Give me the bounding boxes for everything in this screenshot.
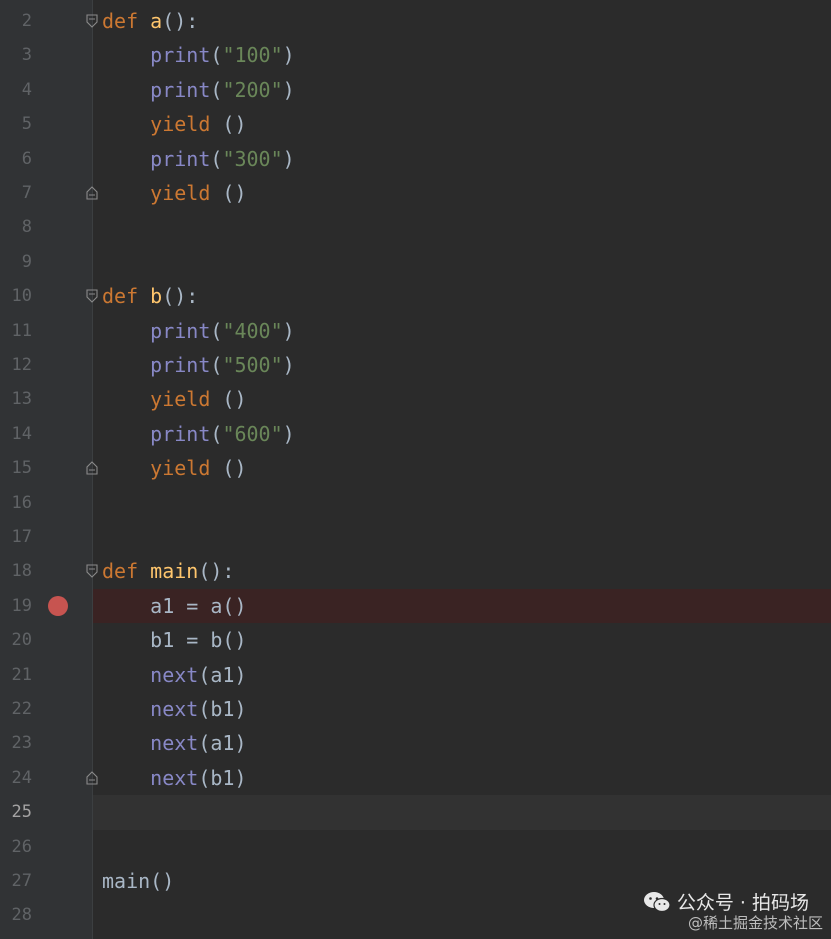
- code-text[interactable]: print("600"): [102, 417, 295, 451]
- fold-close-icon[interactable]: [86, 186, 98, 200]
- code-line[interactable]: 25: [0, 795, 831, 830]
- code-line[interactable]: 16: [0, 486, 831, 520]
- line-number[interactable]: 20: [0, 623, 32, 657]
- line-number[interactable]: 7: [0, 176, 32, 210]
- line-number[interactable]: 5: [0, 107, 32, 141]
- code-line[interactable]: 13 yield (): [0, 382, 831, 416]
- line-highlight: [93, 486, 831, 520]
- breakpoint-icon[interactable]: [48, 595, 68, 616]
- code-text[interactable]: main(): [102, 864, 174, 898]
- code-text[interactable]: def main():: [102, 554, 234, 588]
- code-text[interactable]: next(b1): [102, 692, 246, 726]
- watermark-subtext: @稀土掘金技术社区: [687, 914, 823, 932]
- line-number[interactable]: 27: [0, 864, 32, 898]
- fold-close-icon[interactable]: [86, 461, 98, 475]
- code-line[interactable]: 2 def a():: [0, 4, 831, 38]
- code-line[interactable]: 5 yield (): [0, 107, 831, 141]
- line-number[interactable]: 10: [0, 279, 32, 313]
- code-text[interactable]: next(a1): [102, 658, 246, 692]
- code-text[interactable]: yield (): [102, 451, 246, 485]
- code-text[interactable]: print("500"): [102, 348, 295, 382]
- code-line[interactable]: 7 yield (): [0, 176, 831, 210]
- line-number[interactable]: 12: [0, 348, 32, 382]
- line-number[interactable]: 17: [0, 520, 32, 554]
- code-line[interactable]: 11 print("400"): [0, 314, 831, 348]
- watermark: 公众号 · 拍码场: [643, 888, 809, 915]
- line-number[interactable]: 19: [0, 589, 32, 623]
- code-line[interactable]: 4 print("200"): [0, 73, 831, 107]
- line-number[interactable]: 28: [0, 898, 32, 932]
- line-number[interactable]: 8: [0, 210, 32, 244]
- code-text[interactable]: a1 = a(): [102, 589, 246, 623]
- code-line[interactable]: 3 print("100"): [0, 38, 831, 72]
- code-text[interactable]: print("300"): [102, 142, 295, 176]
- code-line[interactable]: 23 next(a1): [0, 726, 831, 760]
- code-line[interactable]: 17: [0, 520, 831, 554]
- code-text[interactable]: def b():: [102, 279, 198, 313]
- watermark-text: 公众号 · 拍码场: [676, 892, 809, 914]
- code-text[interactable]: def a():: [102, 4, 198, 38]
- code-text[interactable]: yield (): [102, 107, 246, 141]
- code-line[interactable]: 14 print("600"): [0, 417, 831, 451]
- line-number[interactable]: 14: [0, 417, 32, 451]
- code-text[interactable]: next(a1): [102, 726, 246, 760]
- code-text[interactable]: print("200"): [102, 73, 295, 107]
- code-line[interactable]: 18 def main():: [0, 554, 831, 588]
- code-line[interactable]: 15 yield (): [0, 451, 831, 485]
- code-text[interactable]: yield (): [102, 176, 246, 210]
- code-line[interactable]: 19 a1 = a(): [0, 588, 831, 624]
- code-line[interactable]: 10 def b():: [0, 279, 831, 313]
- code-line[interactable]: 6 print("300"): [0, 142, 831, 176]
- code-line[interactable]: 8: [0, 210, 831, 244]
- wechat-icon: [643, 891, 671, 912]
- code-text[interactable]: print("400"): [102, 314, 295, 348]
- line-number[interactable]: 24: [0, 761, 32, 795]
- line-highlight: [93, 210, 831, 244]
- fold-close-icon[interactable]: [86, 771, 98, 785]
- code-line[interactable]: 9: [0, 245, 831, 279]
- code-line[interactable]: 21 next(a1): [0, 658, 831, 692]
- code-editor[interactable]: 2 def a(): 3 print("100") 4 print("200") 5 y…: [0, 0, 831, 939]
- line-number[interactable]: 2: [0, 4, 32, 38]
- code-line[interactable]: 24 next(b1): [0, 761, 831, 795]
- line-highlight: [93, 279, 831, 313]
- line-number[interactable]: 13: [0, 382, 32, 416]
- code-line[interactable]: 20 b1 = b(): [0, 623, 831, 657]
- code-line[interactable]: 26: [0, 830, 831, 864]
- line-number[interactable]: 16: [0, 486, 32, 520]
- fold-open-icon[interactable]: [86, 564, 98, 579]
- line-highlight: [93, 795, 831, 830]
- line-number[interactable]: 4: [0, 73, 32, 107]
- line-number[interactable]: 25: [0, 795, 32, 829]
- fold-open-icon[interactable]: [86, 14, 98, 28]
- line-highlight: [93, 245, 831, 279]
- fold-open-icon[interactable]: [86, 289, 98, 303]
- code-line[interactable]: 12 print("500"): [0, 348, 831, 382]
- line-number[interactable]: 6: [0, 142, 32, 176]
- line-number[interactable]: 15: [0, 451, 32, 485]
- code-text[interactable]: print("100"): [102, 38, 295, 72]
- code-text[interactable]: yield (): [102, 382, 246, 416]
- line-number[interactable]: 22: [0, 692, 32, 726]
- code-text[interactable]: next(b1): [102, 761, 246, 795]
- line-highlight: [93, 830, 831, 864]
- line-number[interactable]: 9: [0, 245, 32, 279]
- line-highlight: [93, 4, 831, 38]
- code-line[interactable]: 22 next(b1): [0, 692, 831, 726]
- line-number[interactable]: 18: [0, 554, 32, 588]
- line-number[interactable]: 11: [0, 314, 32, 348]
- line-number[interactable]: 23: [0, 726, 32, 760]
- line-number[interactable]: 26: [0, 830, 32, 864]
- line-number[interactable]: 21: [0, 658, 32, 692]
- code-text[interactable]: b1 = b(): [102, 623, 246, 657]
- line-number[interactable]: 3: [0, 38, 32, 72]
- line-highlight: [93, 520, 831, 554]
